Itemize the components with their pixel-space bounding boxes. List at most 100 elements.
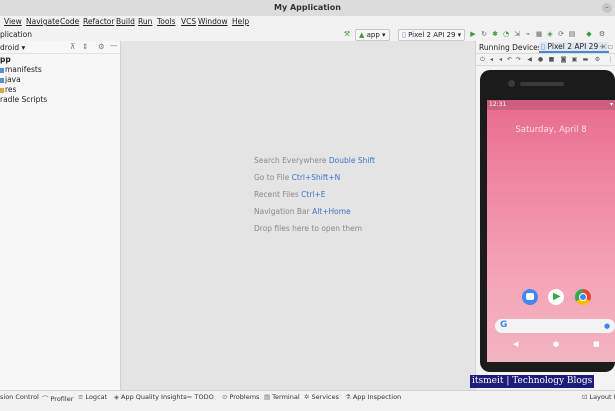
tree-item-gradle-scripts[interactable]: radle Scripts [0,95,47,104]
volume-up-icon[interactable]: ◂ [488,56,495,63]
collapse-all-icon[interactable]: ⊼ [70,42,76,51]
tab-profiler[interactable]: ⌒ Profiler [42,393,73,403]
phone-nav-bar: ◀ ● ■ [487,337,615,351]
tab-terminal[interactable]: ▤ Terminal [264,393,300,401]
mic-icon[interactable]: ● [604,322,610,330]
menu-code[interactable]: Code [60,17,79,26]
lock-screen-date: Saturday, April 8 [515,125,587,135]
hint-drop-files: Drop files here to open them [254,224,362,233]
device-selector[interactable]: ▯ Pixel 2 API 29 ▾ [398,29,466,41]
tab-services[interactable]: ✲ Services [304,393,339,401]
tab-app-quality-insights[interactable]: ◈ App Quality Insights [114,393,186,401]
device-manager-icon[interactable]: ◈ [546,30,554,39]
screenshot-icon[interactable]: ◙ [560,56,567,63]
home-icon[interactable]: ● [537,56,544,63]
rotate-left-icon[interactable]: ↶ [506,56,513,63]
watermark: itsmeit | Technology Blogs [470,375,595,388]
sync-icon[interactable]: ⟳ [557,30,565,39]
record-icon[interactable]: ▣ [571,56,578,63]
project-view-selector[interactable]: droid ▾ [0,43,25,52]
attach-debugger-icon[interactable]: ⇲ [513,30,521,39]
menu-window[interactable]: Window [198,17,228,26]
more-run-icon[interactable]: ⌁ [524,30,532,39]
device-controls: ⏻ ◂ ◂ ↶ ↷ ◀ ● ■ ◙ ▣ ▬ ⚙ ⋮ [476,54,615,66]
device-tab-label: Pixel 2 API 29 [547,42,599,51]
tab-problems[interactable]: ⊙ Problems [222,393,259,401]
tree-label: res [5,85,17,94]
window-title: My Application [274,3,341,12]
title-bar: My Application – [0,0,615,17]
add-device-icon[interactable]: + [599,42,605,51]
hint-navigation-bar: Navigation Bar Alt+Home [254,207,351,216]
menu-refactor[interactable]: Refactor [83,17,114,26]
gear-icon[interactable]: ⚙ [98,42,105,51]
google-search-bar[interactable]: G ● [495,319,615,333]
inspection-icon: ⚗ [345,393,351,401]
rotate-right-icon[interactable]: ↷ [515,56,522,63]
apply-changes-icon[interactable]: ↻ [480,30,488,39]
run-config-label: app [366,31,380,39]
chrome-app-icon[interactable] [575,289,591,305]
chevron-down-icon: ▾ [21,43,26,52]
tab-label: TODO [194,393,214,401]
volume-down-icon[interactable]: ◂ [497,56,504,63]
google-logo: G [500,320,508,330]
minimize-button[interactable]: – [602,3,612,13]
nav-back-icon[interactable]: ◀ [513,340,518,348]
breadcrumb[interactable]: plication [0,30,32,39]
phone-icon: ▯ [402,31,406,39]
settings-icon[interactable]: ⚙ [598,30,606,39]
project-view-label: droid [0,43,20,52]
sdk-manager-icon[interactable]: ▤ [568,30,576,39]
play-store-app-icon[interactable]: ▶ [548,289,564,305]
back-icon[interactable]: ◀ [526,56,533,63]
more-icon[interactable]: ⋮ [607,56,614,63]
messages-app-icon[interactable] [522,289,538,305]
profile-icon[interactable]: ◔ [502,30,510,39]
debug-icon[interactable]: ✱ [491,30,499,39]
services-icon: ✲ [304,393,310,401]
menu-build[interactable]: Build [116,17,135,26]
window-icon[interactable]: ▫ [608,42,613,51]
res-folder-icon [0,87,4,93]
menu-run[interactable]: Run [138,17,152,26]
tab-layout-inspector[interactable]: ⊡Layout In [582,393,615,401]
menu-help[interactable]: Help [232,17,249,26]
tree-item-java[interactable]: java [0,75,21,84]
hint-shortcut: Ctrl+E [301,190,326,199]
power-icon[interactable]: ⏻ [479,56,486,63]
expand-all-icon[interactable]: ⇕ [82,42,88,51]
tree-item-res[interactable]: res [0,85,16,94]
tab-label: Layout In [589,393,615,401]
nav-recents-icon[interactable]: ■ [593,340,600,348]
menu-tools[interactable]: Tools [157,17,175,26]
tab-version-control[interactable]: sion Control [0,393,39,401]
menu-navigate[interactable]: Navigate [26,17,60,26]
project-pane: droid ▾ ⊼ ⇕ ⚙ — pp manifests java res ra… [0,41,121,390]
tree-item-manifests[interactable]: manifests [0,65,42,74]
tab-label: Terminal [272,393,300,401]
menu-vcs[interactable]: VCS [181,17,196,26]
settings-icon[interactable]: ⚙ [594,56,601,63]
stop-icon[interactable]: ■ [535,30,543,39]
run-config-selector[interactable]: ▲ app ▾ [355,29,390,41]
nav-home-icon[interactable]: ● [553,340,559,348]
hint-recent-files: Recent Files Ctrl+E [254,190,326,199]
tab-logcat[interactable]: ≡ Logcat [78,393,107,401]
run-icon[interactable]: ▶ [469,30,477,39]
tab-app-inspection[interactable]: ⚗ App Inspection [345,393,401,401]
tree-item-app[interactable]: pp [0,55,11,64]
hammer-icon[interactable]: ⚒ [343,30,351,39]
project-pane-header: droid ▾ ⊼ ⇕ ⚙ — [0,41,120,54]
hint-text: Drop files here to open them [254,224,363,233]
camera-icon[interactable]: ▬ [582,56,589,63]
overview-icon[interactable]: ■ [548,56,555,63]
hide-icon[interactable]: — [110,41,118,50]
hint-shortcut: Alt+Home [312,207,351,216]
menu-view[interactable]: View [4,17,22,26]
running-devices-header: Running Devices: ▯ Pixel 2 API 29 × + ▫ [476,41,615,54]
chrome-center [579,293,587,301]
tab-label: Logcat [85,393,108,401]
tab-todo[interactable]: ≔ TODO [186,393,214,401]
gradle-icon[interactable]: ◆ [585,30,593,39]
